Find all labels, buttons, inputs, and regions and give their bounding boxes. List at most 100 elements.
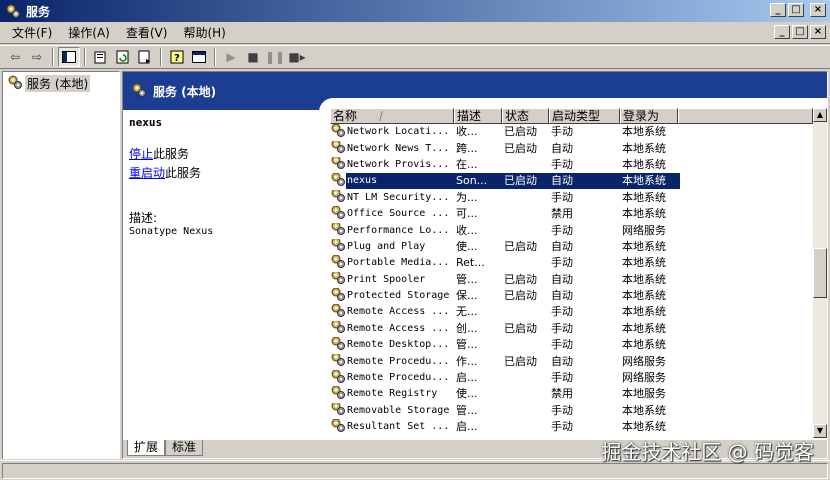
cell-status: 已启动 (504, 141, 537, 155)
cell-status (502, 403, 549, 419)
table-row[interactable]: Remote Desktop... 管... 手动 本地系统 (330, 337, 810, 353)
cell-description: 作... (456, 354, 478, 368)
service-name: nexus (129, 116, 163, 129)
service-name-text: Network News T... (347, 142, 450, 154)
cell-description: 保... (456, 289, 478, 303)
cell-name: Print Spooler (330, 271, 454, 288)
column-logon-as[interactable]: 登录为 (620, 108, 678, 124)
cell-name: Network News T... (330, 140, 454, 157)
cell-startup-type: 手动 (551, 305, 573, 319)
back-arrow-icon[interactable]: ⇦ (4, 47, 26, 67)
cell-status (502, 206, 549, 222)
table-row[interactable]: Removable Storage 管... 手动 本地系统 (330, 402, 810, 419)
cell-startup-type: 手动 (551, 223, 573, 237)
column-description[interactable]: 描述 (454, 108, 502, 124)
forward-arrow-icon[interactable]: ⇨ (26, 47, 48, 67)
service-gear-icon (330, 140, 346, 157)
service-rows: Network Locati... 收... 已启动 手动 本地系统 Network Ne… (330, 124, 810, 435)
table-row[interactable]: Network Provis... 在... 手动 本地系统 (330, 156, 810, 173)
menu-bar: 文件(F) 操作(A) 查看(V) 帮助(H) (0, 22, 830, 44)
tree-item-services-local[interactable]: 服务 (本地) (7, 74, 91, 93)
tab-extended[interactable]: 扩展 (127, 440, 166, 456)
menu-view[interactable]: 查看(V) (118, 22, 176, 43)
cell-description: Son... (454, 173, 502, 190)
child-minimize-icon[interactable]: _ (774, 25, 790, 39)
cell-startup-type: 手动 (551, 338, 573, 352)
menu-file[interactable]: 文件(F) (4, 22, 60, 43)
scroll-up-icon[interactable]: ▲ (813, 108, 827, 122)
service-gear-icon (330, 189, 346, 206)
tab-standard[interactable]: 标准 (165, 440, 204, 456)
export-list-icon[interactable] (134, 47, 156, 67)
refresh-icon[interactable] (112, 47, 134, 67)
stop-service-link[interactable]: 停止 (129, 147, 153, 161)
cell-status (502, 304, 549, 320)
properties-icon[interactable] (90, 47, 112, 67)
pane-title: 服务 (本地) (153, 84, 217, 99)
scroll-thumb[interactable] (813, 248, 827, 298)
table-row[interactable]: Network Locati... 收... 已启动 手动 本地系统 (330, 124, 810, 140)
cell-status (502, 337, 549, 353)
service-name-text: Resultant Set ... (347, 421, 450, 433)
help-icon[interactable]: ? (166, 47, 188, 67)
cell-logon-as: 本地系统 (622, 289, 666, 303)
table-row[interactable]: Performance Lo... 收... 手动 网络服务 (330, 222, 810, 238)
table-row[interactable]: Network News T... 跨... 已启动 自动 本地系统 (330, 140, 810, 156)
table-row[interactable]: Plug and Play 使... 已启动 自动 本地系统 (330, 238, 810, 255)
service-gear-icon (330, 271, 346, 288)
service-name-text: Portable Media... (347, 257, 450, 269)
table-row[interactable]: Remote Procedu... 作... 已启动 自动 网络服务 (330, 353, 810, 369)
service-gear-icon (330, 156, 346, 173)
table-row[interactable]: Print Spooler 管... 已启动 自动 本地系统 (330, 271, 810, 288)
cell-status (502, 419, 549, 435)
services-gear-icon (7, 74, 23, 93)
cell-status (502, 190, 549, 206)
table-row[interactable]: Remote Access ... 创... 已启动 手动 本地系统 (330, 320, 810, 337)
cell-startup-type: 自动 (551, 354, 573, 368)
column-name[interactable]: 名称 / (330, 108, 454, 124)
start-service-icon[interactable]: ▶ (220, 47, 242, 67)
service-gear-icon (330, 353, 346, 370)
service-name-text: Protected Storage (347, 290, 450, 302)
cell-description: 收... (456, 125, 478, 139)
table-row[interactable]: Protected Storage 保... 已启动 自动 本地系统 (330, 288, 810, 304)
stop-service-icon[interactable]: ■ (242, 47, 264, 67)
cell-name: Office Source ... (330, 206, 454, 222)
restart-service-icon[interactable]: ■▸ (286, 47, 308, 67)
close-icon[interactable]: × (810, 3, 826, 17)
table-row[interactable]: Remote Procedu... 启... 手动 网络服务 (330, 370, 810, 386)
cell-status (502, 386, 549, 402)
menu-help[interactable]: 帮助(H) (175, 22, 233, 43)
column-status[interactable]: 状态 (502, 108, 549, 124)
minimize-icon[interactable]: _ (770, 3, 786, 17)
table-row[interactable]: Remote Registry 使... 禁用 本地服务 (330, 386, 810, 402)
restart-service-link[interactable]: 重启动 (129, 166, 165, 180)
table-row[interactable]: Portable Media... Ret... 手动 本地系统 (330, 255, 810, 271)
console-pane-icon[interactable] (188, 47, 210, 67)
cell-description: 收... (456, 223, 478, 237)
table-row[interactable]: Resultant Set ... 启... 手动 本地系统 (330, 419, 810, 435)
service-gear-icon (330, 255, 346, 271)
pause-service-icon[interactable]: ❚❚ (264, 47, 286, 67)
cell-status: 已启动 (504, 321, 537, 335)
table-row[interactable]: NT LM Security... 为... 手动 本地系统 (330, 189, 810, 206)
scroll-down-icon[interactable]: ▼ (813, 424, 827, 438)
service-name-text: nexus (346, 173, 454, 190)
cell-status: 已启动 (504, 239, 537, 253)
vertical-scrollbar[interactable]: ▲ ▼ (813, 108, 827, 438)
cell-startup-type: 禁用 (551, 207, 573, 221)
table-row[interactable]: Remote Access ... 无... 手动 本地系统 (330, 304, 810, 320)
maximize-icon[interactable]: □ (788, 3, 804, 17)
child-restore-icon[interactable]: □ (792, 25, 808, 39)
description-label: 描述: (129, 211, 158, 225)
cell-startup-type: 自动 (551, 289, 573, 303)
cell-logon-as: 本地系统 (622, 403, 666, 417)
child-close-icon[interactable]: × (810, 25, 826, 39)
table-row[interactable]: Office Source ... 可... 禁用 本地系统 (330, 206, 810, 222)
table-row[interactable]: nexus Son... 已启动 自动 本地系统 (330, 173, 810, 190)
column-startup-type[interactable]: 启动类型 (549, 108, 620, 124)
menu-action[interactable]: 操作(A) (60, 22, 118, 43)
service-name-text: Removable Storage (347, 404, 450, 416)
show-tree-icon[interactable] (58, 47, 80, 67)
service-gear-icon (330, 124, 346, 140)
